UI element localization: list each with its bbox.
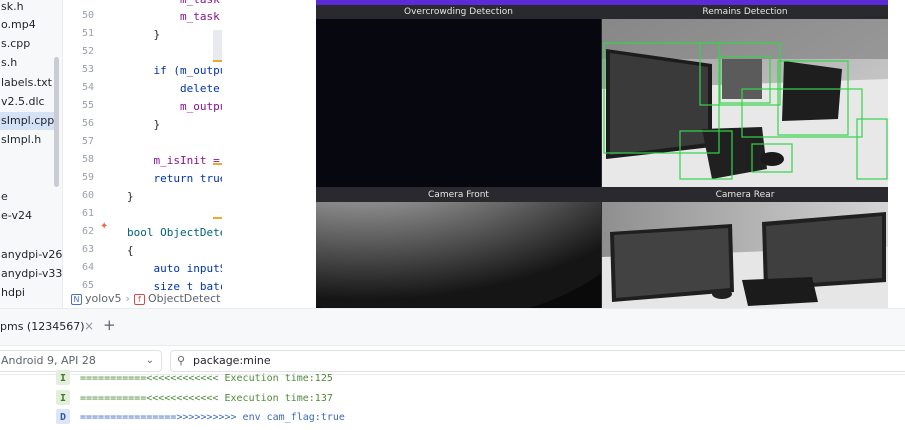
- breadcrumb-module[interactable]: yolov5: [85, 292, 122, 305]
- tree-item[interactable]: s.cpp: [0, 35, 30, 53]
- device-select-value: Android 9, API 28: [1, 354, 96, 367]
- log-level-badge: I: [56, 390, 70, 405]
- filter-input-value: package:mine: [193, 354, 271, 367]
- log-message: ================>>>>>>>>>> env cam_flag:…: [80, 412, 345, 423]
- filter-input[interactable]: ⚲ package:mine: [170, 350, 905, 372]
- breadcrumb-symbol[interactable]: ObjectDetect: [148, 292, 221, 305]
- tree-item[interactable]: e: [0, 188, 8, 206]
- tree-item[interactable]: sk.h: [0, 0, 24, 16]
- tree-item[interactable]: hdpi: [0, 284, 25, 302]
- code-line: if (m_outpu: [127, 64, 222, 77]
- log-level-badge: D: [56, 409, 70, 424]
- log-row[interactable]: I ===========<<<<<<<<<<<< Execution time:…: [56, 390, 333, 407]
- pane-title: Overcrowding Detection: [316, 5, 601, 19]
- tree-item[interactable]: s.h: [0, 54, 17, 72]
- change-marker: [213, 163, 222, 165]
- log-message: ===========<<<<<<<<<<<< Execution time:1…: [80, 393, 333, 404]
- chevron-down-icon: ⌄: [145, 355, 154, 366]
- namespace-icon: N: [71, 293, 82, 305]
- project-tree: sk.h o.mp4 s.cpp s.h labels.txt v2.5.dlc…: [0, 0, 62, 308]
- chevron-right-icon: ›: [125, 292, 130, 305]
- code-line: {: [127, 244, 134, 257]
- pane-remains: Remains Detection: [602, 5, 888, 187]
- code-line: m_isInit =: [127, 154, 220, 167]
- line-number: 55: [81, 100, 94, 111]
- line-number: 61: [81, 208, 94, 219]
- line-number: 50: [81, 10, 94, 21]
- tree-item[interactable]: sImpl.h: [0, 131, 41, 149]
- code-line: }: [127, 28, 161, 41]
- tree-item[interactable]: labels.txt: [0, 74, 52, 92]
- logcat-tabbar: pms (1234567) × +: [0, 309, 905, 345]
- breadcrumb: Nyolov5 › f ObjectDetect: [63, 290, 222, 308]
- close-icon[interactable]: ×: [84, 319, 94, 333]
- change-marker: [213, 217, 222, 219]
- line-number: 58: [81, 154, 94, 165]
- log-message: ===========<<<<<<<<<<<< Execution time:1…: [80, 373, 333, 384]
- function-icon: f: [133, 293, 145, 305]
- editor-margin: [222, 0, 316, 308]
- code-line: m_task.: [127, 10, 222, 23]
- logcat-panel: pms (1234567) × + Android 9, API 28 ⌄ ⚲ …: [0, 308, 905, 430]
- tree-item[interactable]: anydpi-v26: [0, 246, 62, 264]
- line-number: 57: [81, 136, 94, 147]
- filter-icon: ⚲: [177, 354, 186, 367]
- change-marker: [213, 60, 222, 62]
- detection-video-window: Overcrowding Detection Remains Detection: [316, 0, 888, 308]
- line-number: 56: [81, 118, 94, 129]
- add-tab-icon[interactable]: +: [103, 316, 116, 334]
- tree-scrollbar[interactable]: [54, 57, 59, 187]
- line-number: 51: [81, 28, 94, 39]
- log-level-badge: I: [56, 370, 70, 385]
- code-editor[interactable]: 50 51 52 53 54 55 56 57 58 59 60 61 62 6…: [62, 0, 222, 308]
- overcrowding-feed: [316, 19, 601, 187]
- tree-item[interactable]: o.mp4: [0, 16, 36, 34]
- camera-rear-image: [602, 202, 888, 308]
- camera-front-image: [316, 202, 601, 308]
- override-marker-icon[interactable]: ✦: [100, 221, 110, 232]
- line-number: 62: [81, 226, 94, 237]
- line-number: 64: [81, 262, 94, 273]
- line-number: 52: [81, 46, 94, 57]
- pane-title: Camera Rear: [602, 188, 888, 202]
- pane-title: Camera Front: [316, 188, 601, 202]
- code-line: }: [127, 190, 134, 203]
- editor-right-margin: [888, 0, 905, 308]
- device-select[interactable]: Android 9, API 28 ⌄: [0, 350, 162, 372]
- code-line: auto inputS: [127, 262, 222, 275]
- line-number: 60: [81, 190, 94, 201]
- code-line: m_outpu: [127, 100, 222, 113]
- tree-item[interactable]: v2.5.dlc: [0, 93, 45, 111]
- line-gutter: 50 51 52 53 54 55 56 57 58 59 60 61 62 6…: [63, 0, 123, 291]
- line-number: 63: [81, 244, 94, 255]
- code-line: }: [127, 118, 161, 131]
- pane-title: Remains Detection: [602, 5, 888, 19]
- tree-item[interactable]: anydpi-v33: [0, 265, 62, 283]
- ide-window: sk.h o.mp4 s.cpp s.h labels.txt v2.5.dlc…: [0, 0, 905, 430]
- log-row[interactable]: D ================>>>>>>>>>> env cam_flag…: [56, 409, 345, 426]
- code-line: return true: [127, 172, 222, 185]
- inlay-hint: [213, 30, 222, 60]
- pane-camera-rear: Camera Rear: [602, 188, 888, 308]
- line-number: 59: [81, 172, 94, 183]
- tree-item-selected[interactable]: sImpl.cpp: [0, 112, 56, 130]
- code-line: delete[: [127, 82, 222, 95]
- log-row[interactable]: I ===========<<<<<<<<<<<< Execution time:…: [56, 370, 333, 387]
- code-line: m_task: [127, 0, 220, 6]
- tree-item[interactable]: e-v24: [0, 207, 32, 225]
- line-number: 54: [81, 82, 94, 93]
- pane-camera-front: Camera Front: [316, 188, 601, 308]
- log-list[interactable]: I ===========<<<<<<<<<<<< Execution time:…: [0, 370, 905, 430]
- pane-overcrowding: Overcrowding Detection: [316, 5, 601, 187]
- logcat-tab[interactable]: pms (1234567): [0, 320, 85, 333]
- line-number: 53: [81, 64, 94, 75]
- remains-feed-image: [602, 19, 888, 187]
- code-line: bool ObjectDete: [127, 226, 222, 239]
